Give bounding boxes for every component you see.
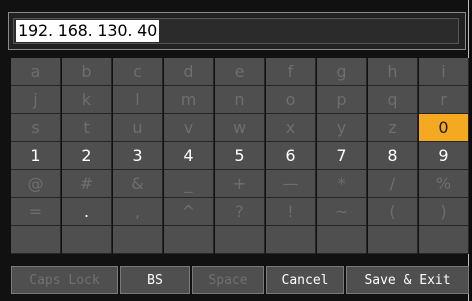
key-symbol[interactable]: ) (419, 198, 469, 226)
key-9[interactable]: 9 (419, 142, 469, 170)
key-blank (317, 226, 367, 254)
key-0[interactable]: 0 (419, 114, 469, 142)
ip-address-input[interactable]: 192. 168. 130. 40 (13, 18, 459, 44)
key-q[interactable]: q (368, 86, 418, 114)
key-p[interactable]: p (317, 86, 367, 114)
key-symbol[interactable]: , (113, 198, 163, 226)
key-g[interactable]: g (317, 58, 367, 86)
key-symbol[interactable]: ( (368, 198, 418, 226)
key-l[interactable]: l (113, 86, 163, 114)
key-v[interactable]: v (164, 114, 214, 142)
key-a[interactable]: a (11, 58, 61, 86)
key-symbol[interactable]: * (317, 170, 367, 198)
key-6[interactable]: 6 (266, 142, 316, 170)
key-blank (113, 226, 163, 254)
key-blank (62, 226, 112, 254)
key-u[interactable]: u (113, 114, 163, 142)
key-i[interactable]: i (419, 58, 469, 86)
key-k[interactable]: k (62, 86, 112, 114)
key-symbol[interactable]: — (266, 170, 316, 198)
key-blank (368, 226, 418, 254)
key-h[interactable]: h (368, 58, 418, 86)
key-f[interactable]: f (266, 58, 316, 86)
key-b[interactable]: b (62, 58, 112, 86)
key-symbol[interactable]: # (62, 170, 112, 198)
key-symbol[interactable]: ! (266, 198, 316, 226)
key-s[interactable]: s (11, 114, 61, 142)
key-symbol[interactable]: ~ (317, 198, 367, 226)
key-blank (266, 226, 316, 254)
key-2[interactable]: 2 (62, 142, 112, 170)
key-x[interactable]: x (266, 114, 316, 142)
key-symbol[interactable]: ^ (164, 198, 214, 226)
key-symbol[interactable]: + (215, 170, 265, 198)
key-symbol[interactable]: % (419, 170, 469, 198)
key-symbol[interactable]: / (368, 170, 418, 198)
key-t[interactable]: t (62, 114, 112, 142)
key-symbol[interactable]: _ (164, 170, 214, 198)
caps-lock-button[interactable]: Caps Lock (11, 266, 118, 294)
key-y[interactable]: y (317, 114, 367, 142)
key-blank (215, 226, 265, 254)
key-7[interactable]: 7 (317, 142, 367, 170)
key-blank (164, 226, 214, 254)
key-8[interactable]: 8 (368, 142, 418, 170)
key-3[interactable]: 3 (113, 142, 163, 170)
key-symbol[interactable]: @ (11, 170, 61, 198)
key-symbol[interactable]: ? (215, 198, 265, 226)
key-5[interactable]: 5 (215, 142, 265, 170)
key-e[interactable]: e (215, 58, 265, 86)
key-c[interactable]: c (113, 58, 163, 86)
key-m[interactable]: m (164, 86, 214, 114)
backspace-button[interactable]: BS (120, 266, 190, 294)
key-w[interactable]: w (215, 114, 265, 142)
key-symbol[interactable]: & (113, 170, 163, 198)
key-blank (419, 226, 469, 254)
action-bar: Caps Lock BS Space Cancel Save & Exit (11, 266, 471, 294)
key-n[interactable]: n (215, 86, 265, 114)
key-z[interactable]: z (368, 114, 418, 142)
key-j[interactable]: j (11, 86, 61, 114)
key-4[interactable]: 4 (164, 142, 214, 170)
ip-address-text: 192. 168. 130. 40 (16, 20, 160, 42)
key-o[interactable]: o (266, 86, 316, 114)
keyboard-grid: a b c d e f g h i j k l m n o p q r s t u v w x y z 0 1 2 3 4 5 6 7 8 9 @ # & _… (11, 58, 471, 255)
cancel-button[interactable]: Cancel (266, 266, 344, 294)
key-1[interactable]: 1 (11, 142, 61, 170)
space-button[interactable]: Space (192, 266, 264, 294)
ip-input-container: 192. 168. 130. 40 (8, 12, 466, 50)
key-symbol[interactable]: . (62, 198, 112, 226)
key-symbol[interactable]: = (11, 198, 61, 226)
key-blank (11, 226, 61, 254)
key-d[interactable]: d (164, 58, 214, 86)
key-r[interactable]: r (419, 86, 469, 114)
keyboard-dialog: 192. 168. 130. 40 abcdefghi jklmnopqr stuv… (0, 0, 469, 301)
save-exit-button[interactable]: Save & Exit (346, 266, 469, 294)
